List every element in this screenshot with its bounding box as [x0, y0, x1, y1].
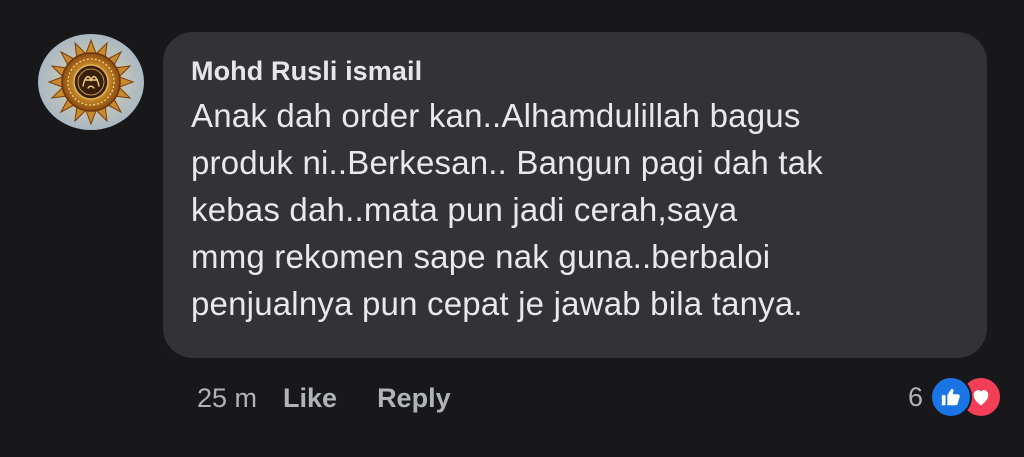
like-button[interactable]: Like [283, 383, 337, 414]
thumbs-up-icon [930, 376, 972, 418]
comment-author[interactable]: Mohd Rusli ismail [191, 54, 961, 88]
comment-actions: 25 m Like Reply [197, 378, 491, 418]
comment-line: kebas dah..mata pun jadi cerah,saya [191, 191, 738, 228]
comment-bubble: Mohd Rusli ismail Anak dah order kan..Al… [163, 32, 987, 358]
comment-line: mmg rekomen sape nak guna..berbaloi [191, 238, 771, 275]
avatar-calligraphy-icon [38, 34, 144, 130]
comment-text: Anak dah order kan..Alhamdulillah bagus … [191, 92, 961, 327]
avatar[interactable] [38, 34, 144, 130]
thumbs-up-glyph [941, 388, 960, 406]
heart-glyph [973, 390, 989, 406]
reactions-summary[interactable]: 6 [908, 376, 1002, 418]
reaction-count: 6 [907, 381, 923, 412]
comment-screen: Mohd Rusli ismail Anak dah order kan..Al… [0, 0, 1024, 457]
comment-timestamp[interactable]: 25 m [197, 383, 257, 414]
reply-button[interactable]: Reply [377, 383, 451, 414]
comment-line: penjualnya pun cepat je jawab bila tanya… [191, 285, 803, 322]
comment-line: Anak dah order kan..Alhamdulillah bagus [191, 97, 801, 134]
comment-line: produk ni..Berkesan.. Bangun pagi dah ta… [191, 144, 823, 181]
